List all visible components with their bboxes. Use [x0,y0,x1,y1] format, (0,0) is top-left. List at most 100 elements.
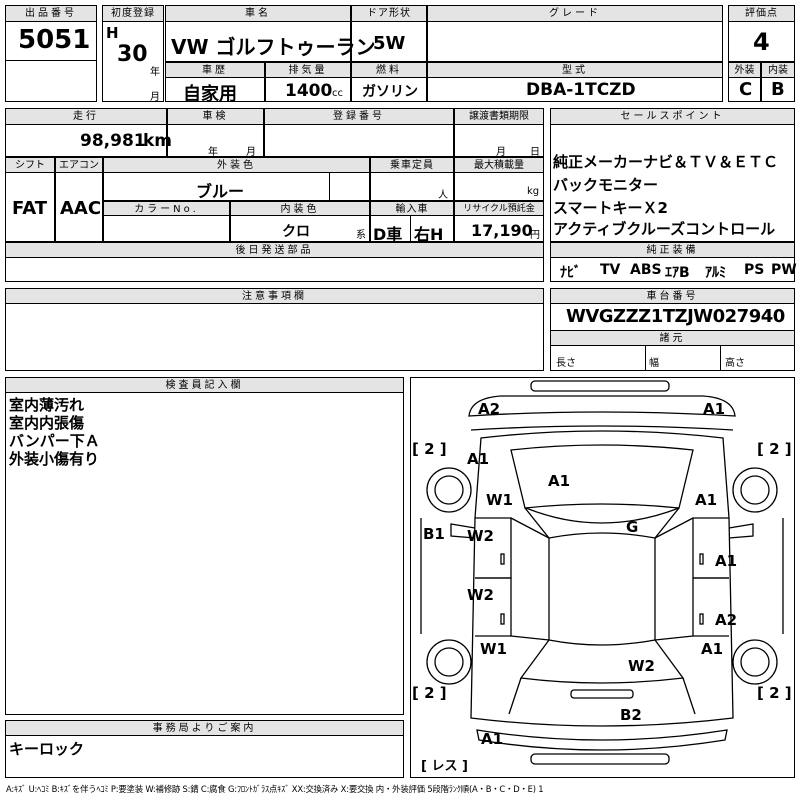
mileage-value: 98,981 [80,131,146,151]
model-label: 型式 [427,62,723,78]
inspection-year-unit: 年 [208,147,218,158]
recycle-unit: 円 [530,230,540,241]
spec-divider [645,346,646,371]
exterior-grade-label: 外装 [728,62,761,78]
equipment-item: ｴｱB [665,265,690,281]
damage-mark-door-rear-left: W2 [467,586,494,604]
damage-mark-rocker-left: B1 [423,525,445,543]
shift-label: シフト [5,157,55,173]
grade-label: グレード [427,5,723,22]
max-load-label: 最大積載量 [454,157,544,173]
damage-mark-fender-rear-right: A1 [701,640,724,658]
sales-line: アクティブクルーズコントロール [553,220,776,238]
import-label: 輸入車 [370,201,454,216]
tire-mark-front-left: [ 2 ] [412,440,447,458]
capacity-label: 乗車定員 [370,157,454,173]
int-color-value: クロ [282,224,310,240]
month-unit: 月 [150,92,160,103]
fuel-label: 燃料 [351,62,427,78]
transfer-docs-label: 譲渡書類期限 [454,108,544,125]
ext-color-value: ブルー [196,182,245,201]
inspector-line: バンパー下Ａ [9,432,100,450]
damage-mark-front-bumper-left: A2 [478,400,501,418]
damage-mark-fender-front-right: A1 [695,491,718,509]
fuel-value: ガソリン [362,84,418,100]
score-label: 評価点 [728,5,795,22]
tire-mark-rear-left: [ 2 ] [412,684,447,702]
lot-divider [5,60,97,61]
history-label: 車歴 [165,62,265,78]
mileage-label: 走行 [5,108,167,125]
door-value: 5W [373,33,406,54]
shift-value: FAT [12,198,48,219]
later-parts-label: 後日発送部品 [5,242,544,258]
transfer-month-unit: 月 [496,147,506,158]
int-color-unit: 系 [356,230,366,241]
office-label: 事務局よりご案内 [5,720,404,736]
door-label: ドア形状 [351,5,427,22]
color-no-label: カラーNo. [103,201,230,216]
width-label: 幅 [649,358,659,369]
spec-divider [720,346,721,371]
car-name: VW ゴルフトゥーラン [171,35,376,59]
ac-value: AAC [60,198,102,219]
car-outline [420,380,784,765]
sales-point-label: セールスポイント [550,108,795,125]
inspector-line: 室内薄汚れ [9,396,85,414]
registration-number-label: 登録番号 [264,108,454,125]
history-value: 自家用 [183,84,237,105]
spare-tire-mark: [ レス ] [421,759,468,774]
lot-number-label: 出品番号 [5,5,97,22]
tire-mark-rear-right: [ 2 ] [757,684,792,702]
chassis-label: 車台番号 [550,288,795,304]
inspector-line: 外装小傷有り [9,450,100,468]
max-load-unit: kg [527,186,540,197]
model-value: DBA-1TCZD [526,80,636,100]
exterior-grade-value: C [739,79,753,100]
equipment-item: TV [600,262,621,278]
damage-mark-wheel-rear-left: W1 [480,640,507,658]
capacity-unit: 人 [438,190,448,201]
height-label: 高さ [725,358,745,369]
office-text: キーロック [9,740,85,758]
chassis-number: WVGZZZ1TZJW027940 [566,306,785,327]
lot-number: 5051 [18,25,91,55]
recycle-label: リサイクル預託金 [454,201,544,216]
inspector-line: 室内内張傷 [9,414,85,432]
equipment-item: ABS [630,262,662,278]
tire-mark-front-right: [ 2 ] [757,440,792,458]
inspector-label: 検査員記入欄 [5,377,404,393]
displacement-label: 排気量 [265,62,351,78]
damage-mark-rear-bumper: B2 [620,706,642,724]
damage-mark-wheel-front-left: W1 [486,491,513,509]
equipment-item: ﾅﾋﾞ [560,265,581,281]
damage-mark-front-bumper-right: A1 [703,400,726,418]
transfer-day-unit: 日 [530,147,540,158]
displacement-value: 1400 [285,81,333,101]
year-unit: 年 [150,67,160,78]
interior-grade-value: B [771,79,785,100]
length-label: 長さ [556,358,576,369]
damage-mark-windshield: G [626,518,639,536]
equipment-item: PW [771,262,797,278]
legend-text: A:ｷｽﾞ U:ﾍｺﾐ B:ｷｽﾞを伴うﾍｺﾐ P:要塗装 W:補修跡 S:錆 … [6,784,544,794]
displacement-unit: cc [332,88,343,99]
year-value: 30 [117,42,148,67]
ext-color-divider [329,173,330,201]
car-name-label: 車名 [165,5,351,22]
import-divider [410,216,411,242]
damage-mark-back-door: W2 [628,657,655,675]
ac-label: エアコン [55,157,103,173]
recycle-value: 17,190 [471,221,533,240]
first-registration-label: 初度登録 [102,5,164,22]
score-value: 4 [753,28,770,56]
ext-color-label: 外装色 [103,157,370,173]
damage-mark-door-rear-right: A2 [715,611,738,629]
equipment-item: PS [744,262,765,278]
equipment-label: 純正装備 [550,242,795,258]
inspection-label: 車検 [167,108,264,125]
damage-mark-fender-front-left: A1 [467,450,490,468]
era-letter: H [106,24,119,42]
damage-mark-door-front-left: W2 [467,527,494,545]
damage-mark-hood: A1 [548,472,571,490]
